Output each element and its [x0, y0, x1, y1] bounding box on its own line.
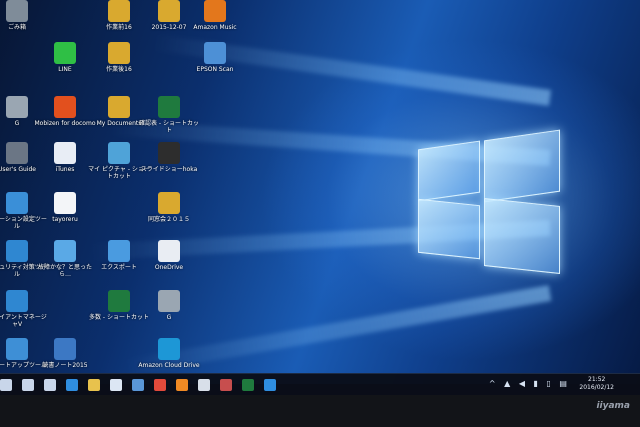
desktop-icon-label: EPSON Scan — [196, 66, 234, 73]
firefox-icon[interactable] — [176, 379, 188, 391]
desktop-icon-label: OneDrive — [154, 264, 184, 271]
folder-icon — [158, 0, 180, 22]
line-app-icon — [54, 42, 76, 64]
troubleshoot-icon — [54, 240, 76, 262]
photos-icon[interactable] — [132, 379, 144, 391]
notebook-icon — [54, 338, 76, 360]
security-tool-icon — [6, 240, 28, 262]
desktop-icon[interactable]: iTunes — [34, 142, 96, 173]
task-view-icon[interactable] — [44, 379, 56, 391]
desktop-icon-label: 同窓会２０１５ — [147, 216, 190, 223]
edge-icon[interactable] — [66, 379, 78, 391]
folder-icon — [108, 42, 130, 64]
desktop-icon-label: 確認表 - ショートカット — [139, 120, 199, 134]
desktop-icon-label: スライドショーhoka — [140, 166, 198, 173]
desktop-icon[interactable]: 同窓会２０１５ — [138, 192, 200, 223]
clock-time: 21:52 — [588, 376, 606, 383]
desktop-icon-label: LINE — [58, 66, 72, 73]
desktop-icon[interactable]: OneDrive — [138, 240, 200, 271]
desktop-icon[interactable]: Amazon Music — [184, 0, 246, 31]
onedrive-icon[interactable] — [264, 379, 276, 391]
file-explorer-icon[interactable] — [88, 379, 100, 391]
scanner-icon — [204, 42, 226, 64]
desktop-icon[interactable]: スライドショーhoka — [138, 142, 200, 173]
excel-shortcut-icon — [158, 96, 180, 118]
desktop-icon-label: tayoreru — [52, 216, 78, 223]
folder-icon — [158, 192, 180, 214]
windows-logo-pane — [484, 129, 560, 203]
excel-shortcut-icon — [108, 290, 130, 312]
desktop-icon[interactable]: 作業後16 — [88, 42, 150, 73]
desktop-icon-label: G — [166, 314, 172, 321]
clock-date: 2016/02/12 — [579, 384, 614, 391]
monitor-bezel: iiyama — [0, 395, 640, 427]
media-icon[interactable] — [198, 379, 210, 391]
search-icon[interactable] — [22, 379, 34, 391]
desktop-icon[interactable]: 確認表 - ショートカット — [138, 96, 200, 134]
drive-icon — [6, 96, 28, 118]
desktop-icon-label: 故障かな？と思ったら… — [37, 264, 92, 278]
desktop-icon[interactable]: Mobizen for docomo — [34, 96, 96, 127]
folder-icon — [108, 0, 130, 22]
desktop-icon-label: クライアントマネージャV — [0, 314, 47, 328]
recycle-bin-icon — [6, 0, 28, 22]
pictures-shortcut-icon — [108, 142, 130, 164]
excel-icon[interactable] — [242, 379, 254, 391]
windows-logo-pane — [418, 198, 480, 260]
windows-logo-pane — [418, 140, 480, 202]
cloud-drive-icon — [158, 338, 180, 360]
desktop-icon-label: Amazon Cloud Drive — [138, 362, 200, 369]
desktop-icon[interactable]: 読書ノート2015 — [34, 338, 96, 369]
desktop-icon-label: Amazon Music — [193, 24, 237, 31]
desktop-icon-label: ごみ箱 — [7, 24, 26, 31]
desktop-icon-label: 作業後16 — [106, 66, 132, 73]
desktop-icon-label: Mobizen for docomo — [34, 120, 96, 127]
drive-icon — [158, 290, 180, 312]
desktop-icon[interactable]: ごみ箱 — [0, 0, 48, 31]
taskbar: ^ ▲ ◀ ▮ ▯ ▤ 21:52 2016/02/12 — [0, 373, 640, 396]
documents-folder-icon — [108, 96, 130, 118]
windows-logo-pane — [484, 198, 560, 274]
tayoreru-icon — [54, 192, 76, 214]
desktop-icon[interactable]: EPSON Scan — [184, 42, 246, 73]
wifi-manager-icon — [6, 290, 28, 312]
desktop-icon-label: iTunes — [55, 166, 75, 173]
system-tray[interactable]: ^ ▲ ◀ ▮ ▯ ▤ — [489, 379, 570, 388]
desktop-screen: ごみ箱 作業前16 2015-12-07 Amazon Music LINE 作業後16 E… — [0, 0, 640, 384]
mail-icon[interactable] — [220, 379, 232, 391]
station-settings-icon — [6, 192, 28, 214]
desktop-icon-label: 読書ノート2015 — [42, 362, 88, 369]
store-icon[interactable] — [110, 379, 122, 391]
itunes-icon — [54, 142, 76, 164]
onedrive-icon — [158, 240, 180, 262]
export-icon — [108, 240, 130, 262]
help-icon — [6, 142, 28, 164]
slideshow-icon — [158, 142, 180, 164]
mobizen-icon — [54, 96, 76, 118]
taskbar-clock[interactable]: 21:52 2016/02/12 — [579, 376, 614, 392]
desktop-icon[interactable]: 故障かな？と思ったら… — [34, 240, 96, 278]
desktop-icon[interactable]: クライアントマネージャV — [0, 290, 48, 328]
monitor-brand: iiyama — [596, 401, 630, 411]
amazon-music-icon — [204, 0, 226, 22]
desktop-icon[interactable]: G — [138, 290, 200, 321]
chrome-icon[interactable] — [154, 379, 166, 391]
desktop-icon[interactable]: LINE — [34, 42, 96, 73]
startup-tool-icon — [6, 338, 28, 360]
desktop-icon[interactable]: Amazon Cloud Drive — [138, 338, 200, 369]
start-button[interactable] — [0, 379, 12, 391]
desktop-icon[interactable]: tayoreru — [34, 192, 96, 223]
